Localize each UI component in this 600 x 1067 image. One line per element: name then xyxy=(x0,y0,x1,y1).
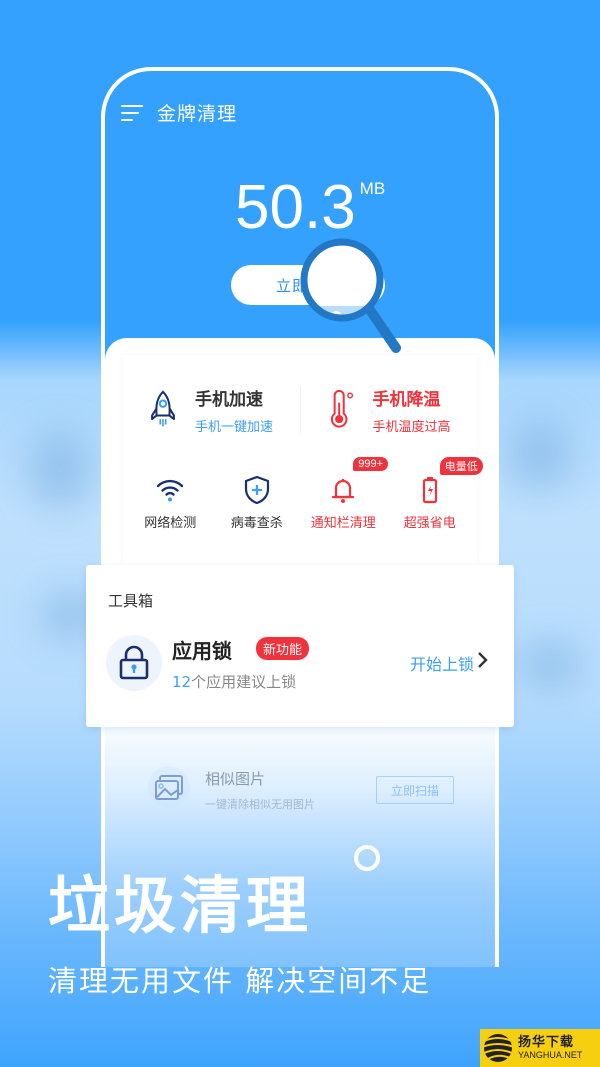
lock-icon xyxy=(119,645,149,680)
app-title: 金牌清理 xyxy=(157,103,238,125)
notification-count-badge: 999+ xyxy=(353,457,389,471)
pictures-icon xyxy=(155,775,183,800)
tool-power-saving[interactable]: 电量低 超强省电 xyxy=(388,457,483,531)
junk-size-unit: MB xyxy=(359,179,386,198)
promo-headline: 垃圾清理 xyxy=(48,869,313,942)
similar-pictures-title: 相似图片 xyxy=(205,770,266,788)
feature-subtitle: 手机一键加速 xyxy=(195,420,274,435)
app-lock-icon-wrap xyxy=(106,635,162,691)
app-lock-count: 12 xyxy=(172,673,192,691)
tool-virus-scan[interactable]: 病毒查杀 xyxy=(215,467,299,531)
menu-icon[interactable] xyxy=(121,104,143,121)
watermark-logo: 扬华下载 YANGHUA.NET xyxy=(480,1029,600,1067)
shield-plus-icon xyxy=(244,475,269,505)
feature-phone-boost[interactable]: 手机加速 手机一键加速 xyxy=(123,375,300,445)
feature-row: 手机加速 手机一键加速 手机降温 手机温度过高 xyxy=(123,375,477,445)
magnifier-icon xyxy=(300,238,401,353)
background-blur xyxy=(30,430,90,510)
tool-label: 网络检测 xyxy=(144,516,197,531)
tool-notification-clean[interactable]: 999+ 通知栏清理 xyxy=(301,457,389,531)
low-battery-badge: 电量低 xyxy=(439,457,483,475)
app-header: 金牌清理 xyxy=(121,99,237,126)
tool-label: 通知栏清理 xyxy=(310,516,376,531)
feature-title: 手机降温 xyxy=(372,390,441,410)
feature-title: 手机加速 xyxy=(195,390,263,410)
quick-tools-row: 网络检测 病毒查杀 999+ 通知栏清理 电量低 超强省电 xyxy=(123,457,483,531)
chevron-right-icon[interactable] xyxy=(476,651,490,669)
feature-subtitle: 手机温度过高 xyxy=(372,420,451,435)
headline-circle-decoration xyxy=(354,845,380,871)
wifi-icon xyxy=(157,479,184,502)
app-lock-subtitle: 12个应用建议上锁 xyxy=(172,671,296,692)
new-feature-badge: 新功能 xyxy=(256,637,310,660)
toolbox-card: 工具箱 应用锁 新功能 12个应用建议上锁 开始上锁 xyxy=(86,565,514,727)
scan-now-button[interactable]: 立即扫描 xyxy=(376,776,454,804)
junk-size-value: 50.3 xyxy=(235,173,356,242)
watermark-cn: 扬华下载 xyxy=(518,1035,575,1050)
junk-size-readout: 50.3 MB xyxy=(235,177,385,239)
pictures-icon-wrap xyxy=(148,766,190,808)
start-lock-link[interactable]: 开始上锁 xyxy=(410,651,474,675)
tool-network-check[interactable]: 网络检测 xyxy=(128,467,212,531)
rocket-icon xyxy=(151,390,175,427)
features-card: 手机加速 手机一键加速 手机降温 手机温度过高 网络检测 病毒查杀 999+ 通… xyxy=(123,355,483,565)
globe-logo-icon xyxy=(481,1034,514,1062)
app-lock-title: 应用锁 xyxy=(172,639,232,663)
tool-label: 超强省电 xyxy=(403,516,456,531)
background-blur xyxy=(520,640,580,690)
similar-pictures-subtitle: 一键清除相似无用图片 xyxy=(205,798,315,811)
thermometer-icon xyxy=(330,390,353,428)
tool-label: 病毒查杀 xyxy=(230,516,283,531)
toolbox-title: 工具箱 xyxy=(108,592,154,610)
background-blur xyxy=(510,420,570,490)
app-lock-subtitle-text: 个应用建议上锁 xyxy=(191,673,297,691)
feature-phone-cooling[interactable]: 手机降温 手机温度过高 xyxy=(301,375,478,445)
similar-pictures-card: 相似图片 一键清除相似无用图片 立即扫描 xyxy=(124,736,476,856)
battery-icon xyxy=(422,477,437,504)
promo-subline: 清理无用文件 解决空间不足 xyxy=(48,964,432,998)
bell-icon xyxy=(332,479,355,503)
watermark-en: YANGHUA.NET xyxy=(518,1050,583,1060)
